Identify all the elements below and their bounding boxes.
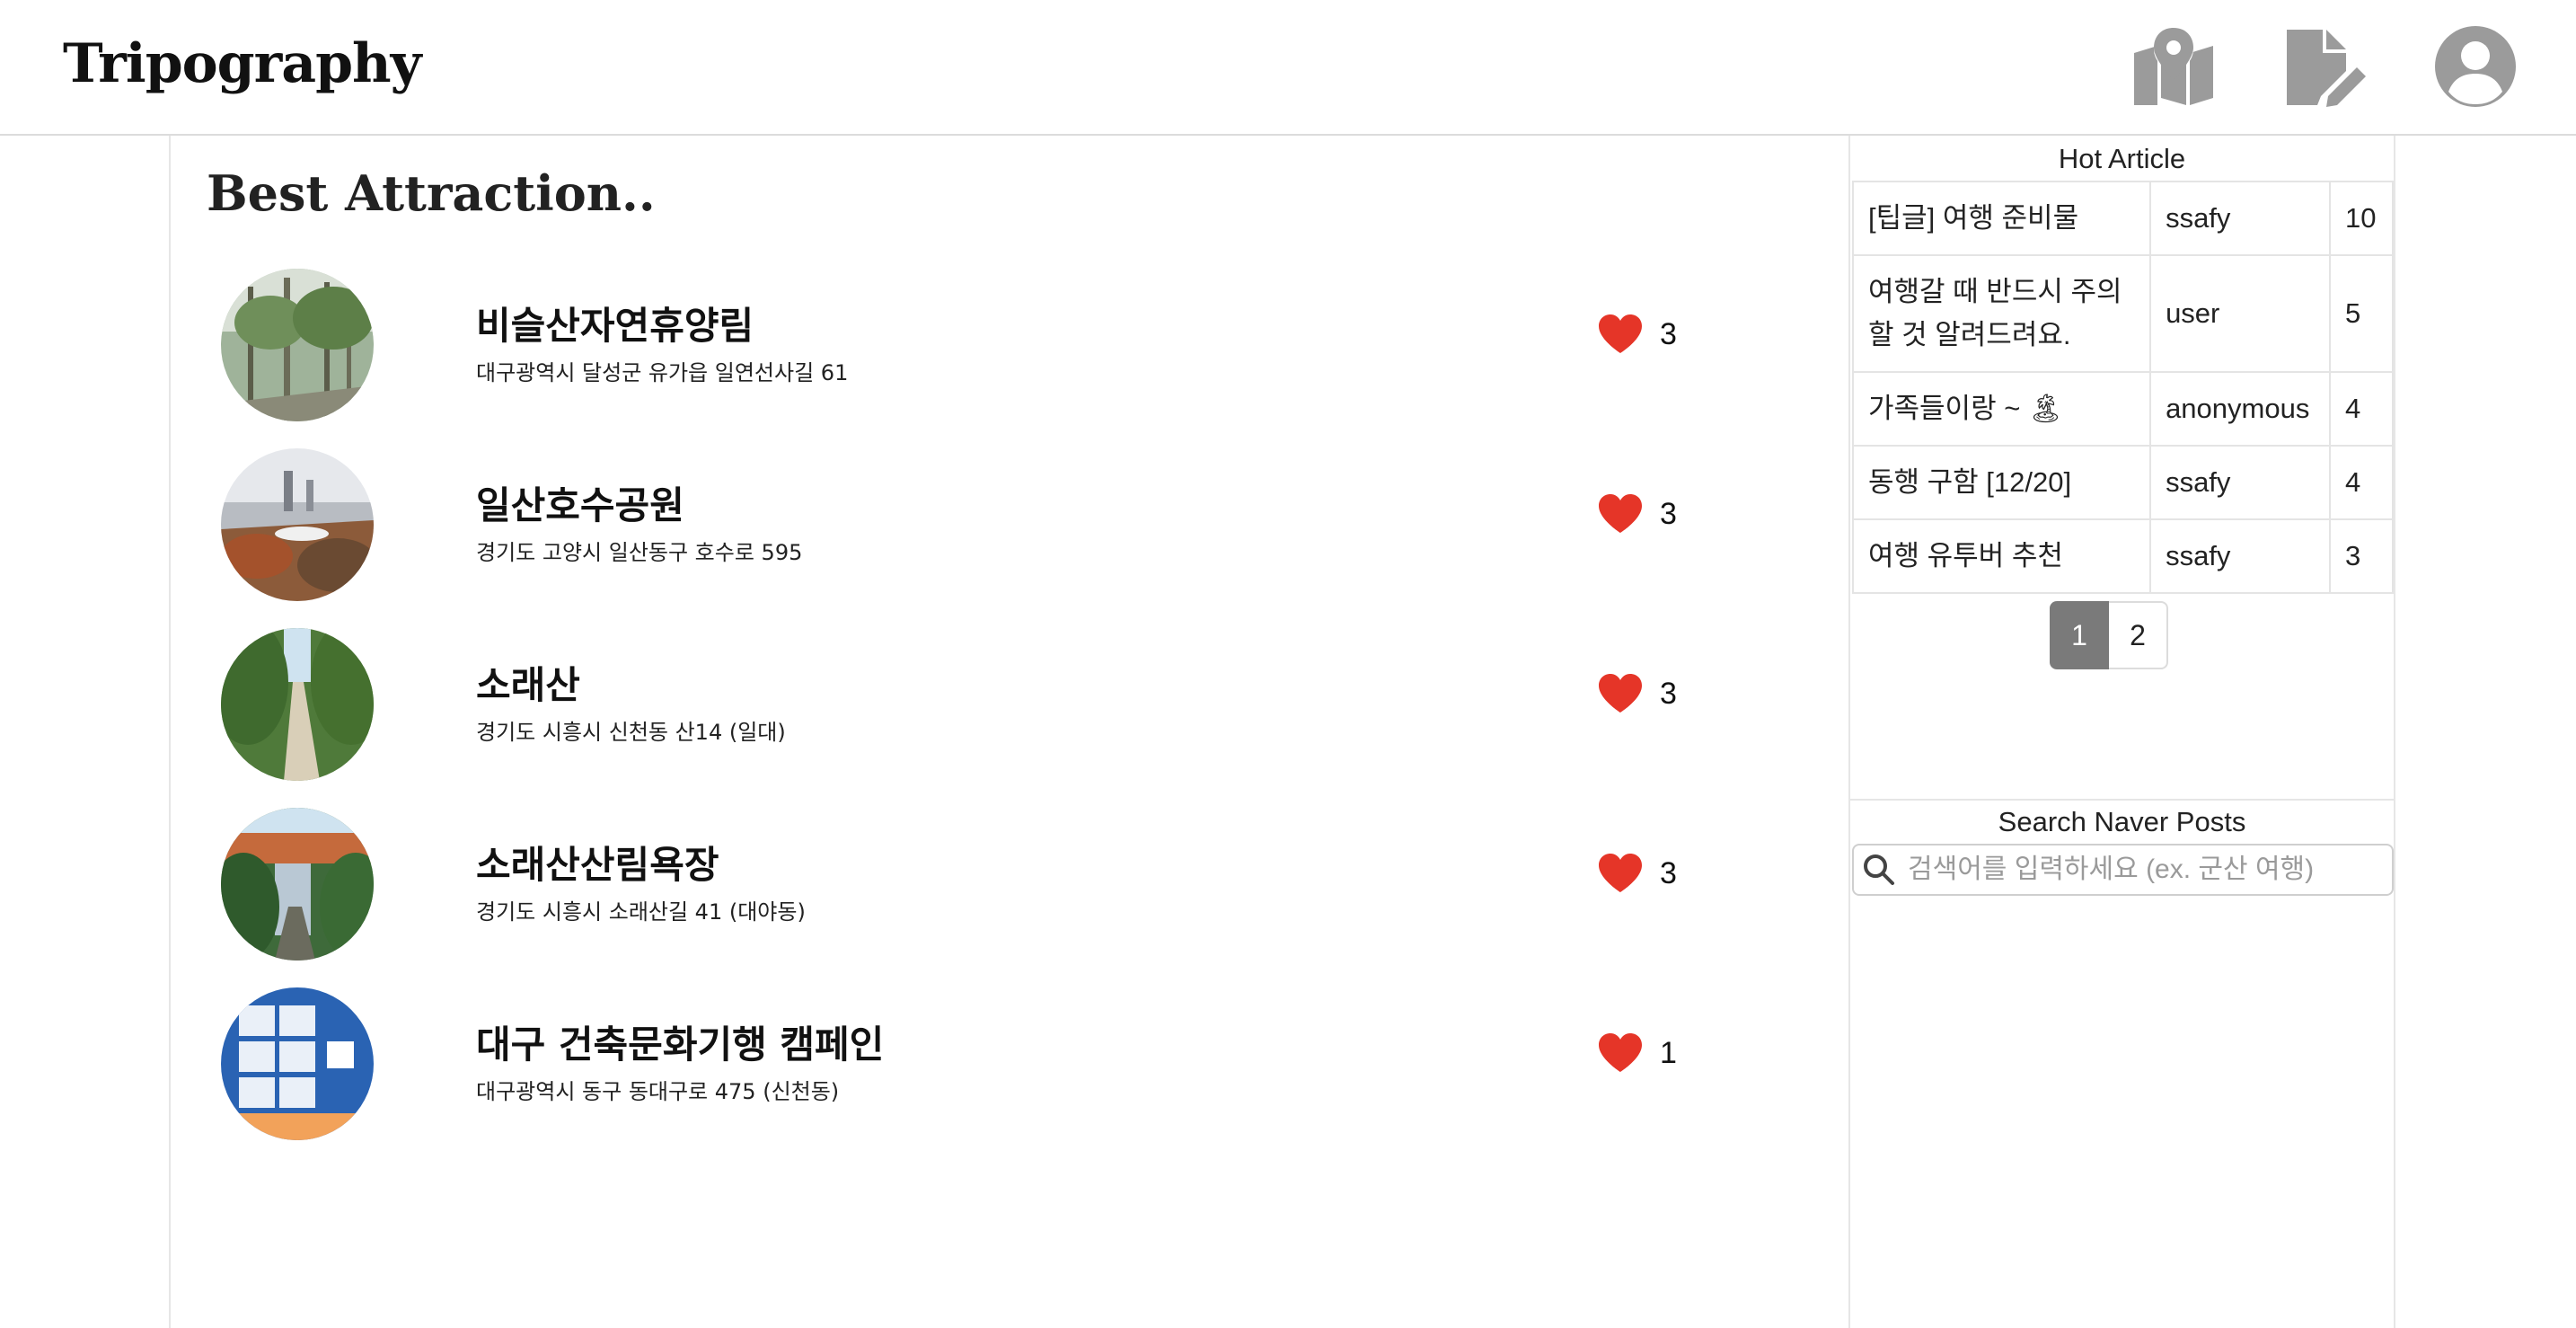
article-title[interactable]: 동행 구함 [12/20]: [1851, 445, 2152, 521]
article-author: anonymous: [2149, 371, 2331, 447]
like-counter[interactable]: 3: [1597, 853, 1677, 894]
like-count: 1: [1660, 1035, 1677, 1070]
attraction-item[interactable]: 대구 건축문화기행 캠페인 대구광역시 동구 동대구로 475 (신천동) 1: [171, 980, 1848, 1160]
article-count: 3: [2329, 518, 2394, 595]
search-icon: [1864, 854, 1894, 885]
attraction-address: 경기도 시흥시 신천동 산14 (일대): [476, 720, 786, 745]
heart-icon[interactable]: [1597, 673, 1644, 714]
attraction-address: 대구광역시 달성군 유가읍 일연선사길 61: [476, 360, 849, 385]
heart-icon[interactable]: [1597, 1032, 1644, 1074]
attraction-thumbnail[interactable]: [221, 269, 374, 421]
attraction-name[interactable]: 소래산산림욕장: [476, 835, 719, 890]
attraction-name[interactable]: 비슬산자연휴양림: [476, 296, 754, 350]
article-title[interactable]: 여행 유투버 추천: [1851, 518, 2152, 595]
attraction-name[interactable]: 대구 건축문화기행 캠페인: [476, 1014, 884, 1069]
table-row[interactable]: [팁글] 여행 준비물 ssafy 10: [1851, 180, 2394, 257]
article-count: 5: [2329, 254, 2394, 374]
map-icon[interactable]: [2129, 22, 2219, 111]
heart-icon[interactable]: [1597, 493, 1644, 535]
top-header: Tripography: [0, 0, 2576, 136]
attraction-address: 대구광역시 동구 동대구로 475 (신천동): [476, 1079, 840, 1104]
like-counter[interactable]: 3: [1597, 673, 1677, 714]
attraction-address: 경기도 고양시 일산동구 호수로 595: [476, 540, 803, 565]
article-title[interactable]: 가족들이랑 ~ 🏝: [1851, 371, 2152, 447]
pagination: 1 2: [2050, 601, 2168, 669]
like-count: 3: [1660, 496, 1677, 531]
attraction-list: 비슬산자연휴양림 대구광역시 달성군 유가읍 일연선사길 61 3 일산호수공원…: [171, 261, 1848, 1160]
main-content: Best Attraction.. 비슬산자연휴양림 대구광역시 달성군 유가읍…: [169, 136, 1850, 1328]
sidebar: Hot Article [팁글] 여행 준비물 ssafy 10 여행갈 때 반…: [1850, 136, 2395, 1328]
page-button-1[interactable]: 1: [2050, 601, 2109, 669]
heart-icon[interactable]: [1597, 314, 1644, 355]
user-icon[interactable]: [2430, 22, 2520, 111]
edit-document-icon[interactable]: [2280, 22, 2369, 111]
heart-icon[interactable]: [1597, 853, 1644, 894]
article-author: user: [2149, 254, 2331, 374]
table-row[interactable]: 여행갈 때 반드시 주의할 것 알려드려요. user 5: [1851, 254, 2394, 374]
section-title: Best Attraction..: [207, 164, 656, 222]
attraction-thumbnail[interactable]: [221, 987, 374, 1140]
attraction-item[interactable]: 소래산 경기도 시흥시 신천동 산14 (일대) 3: [171, 621, 1848, 801]
table-row[interactable]: 여행 유투버 추천 ssafy 3: [1851, 518, 2394, 595]
attraction-item[interactable]: 일산호수공원 경기도 고양시 일산동구 호수로 595 3: [171, 441, 1848, 621]
article-title[interactable]: 여행갈 때 반드시 주의할 것 알려드려요.: [1851, 254, 2152, 374]
like-counter[interactable]: 1: [1597, 1032, 1677, 1074]
like-count: 3: [1660, 676, 1677, 711]
article-count: 4: [2329, 445, 2394, 521]
attraction-thumbnail[interactable]: [221, 448, 374, 601]
like-count: 3: [1660, 316, 1677, 351]
page-button-2[interactable]: 2: [2109, 601, 2168, 669]
attraction-thumbnail[interactable]: [221, 808, 374, 961]
article-author: ssafy: [2149, 180, 2331, 257]
hot-article-table: [팁글] 여행 준비물 ssafy 10 여행갈 때 반드시 주의할 것 알려드…: [1851, 180, 2394, 595]
hot-article-title: Hot Article: [2058, 143, 2186, 174]
article-author: ssafy: [2149, 445, 2331, 521]
attraction-item[interactable]: 비슬산자연휴양림 대구광역시 달성군 유가읍 일연선사길 61 3: [171, 261, 1848, 441]
search-input[interactable]: [1908, 854, 2384, 885]
search-naver-title: Search Naver Posts: [1998, 806, 2246, 837]
article-count: 10: [2329, 180, 2394, 257]
article-title[interactable]: [팁글] 여행 준비물: [1851, 180, 2152, 257]
attraction-item[interactable]: 소래산산림욕장 경기도 시흥시 소래산길 41 (대야동) 3: [171, 801, 1848, 980]
table-row[interactable]: 가족들이랑 ~ 🏝 anonymous 4: [1851, 371, 2394, 447]
site-logo[interactable]: Tripography: [63, 32, 422, 95]
attraction-name[interactable]: 일산호수공원: [476, 475, 684, 530]
attraction-address: 경기도 시흥시 소래산길 41 (대야동): [476, 899, 806, 925]
article-author: ssafy: [2149, 518, 2331, 595]
section-divider: [1850, 799, 2394, 801]
search-box[interactable]: [1852, 844, 2394, 896]
attraction-name[interactable]: 소래산: [476, 655, 580, 710]
like-counter[interactable]: 3: [1597, 314, 1677, 355]
like-count: 3: [1660, 855, 1677, 890]
table-row[interactable]: 동행 구함 [12/20] ssafy 4: [1851, 445, 2394, 521]
article-count: 4: [2329, 371, 2394, 447]
like-counter[interactable]: 3: [1597, 493, 1677, 535]
attraction-thumbnail[interactable]: [221, 628, 374, 781]
